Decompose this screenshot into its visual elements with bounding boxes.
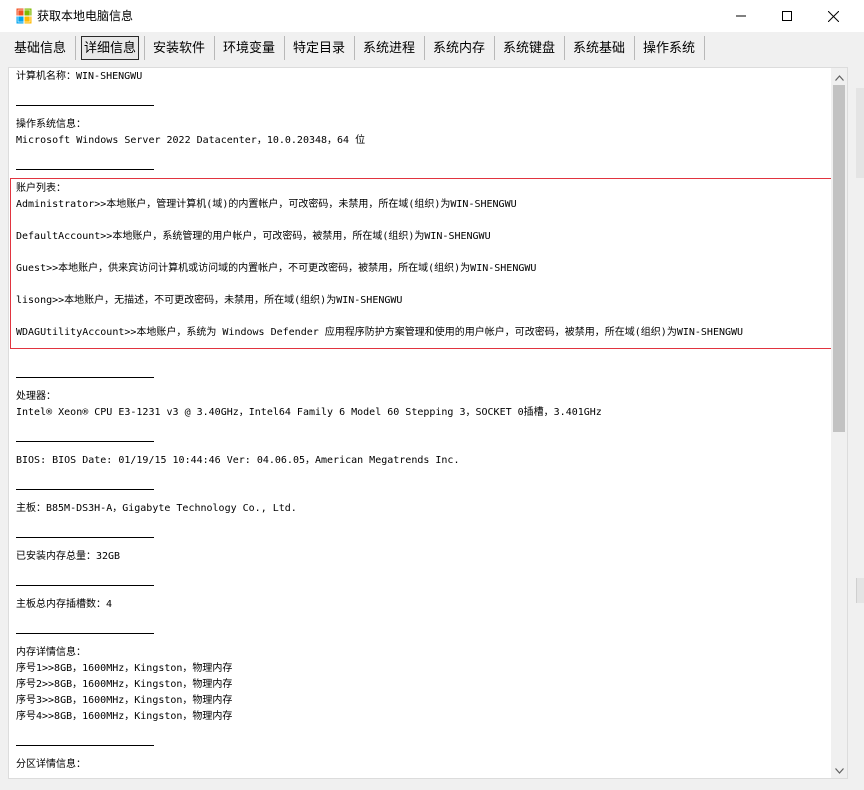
tab-separator [354,36,355,60]
motherboard-line: 主板：B85M-DS3H-A，Gigabyte Technology Co., … [16,503,297,514]
window-right-edge [849,68,864,790]
account-item: Guest>>本地账户，供来宾访问计算机或访问域的内置帐户，不可更改密码，被禁用… [16,263,537,274]
separator-line [16,441,154,442]
tab-separator [634,36,635,60]
close-icon [827,10,839,22]
bios-line: BIOS: BIOS Date: 01/19/15 10:44:46 Ver: … [16,455,460,466]
tab-basic-info[interactable]: 基础信息 [8,36,72,60]
tab-system-processes[interactable]: 系统进程 [358,36,420,60]
memory-item: 序号4>>8GB，1600MHz，Kingston，物理内存 [16,711,233,722]
os-header: 操作系统信息： [16,119,86,130]
tab-separator [284,36,285,60]
tab-separator [704,36,705,60]
tab-special-folders[interactable]: 特定目录 [288,36,350,60]
details-textbox[interactable]: 计算机名称：WIN-SHENGWU 操作系统信息： Microsoft Wind… [8,67,848,779]
separator-line [16,585,154,586]
minimize-button[interactable] [718,0,764,32]
maximize-icon [782,11,792,21]
tab-system-memory[interactable]: 系统内存 [428,36,490,60]
tab-separator [494,36,495,60]
memory-item: 序号3>>8GB，1600MHz，Kingston，物理内存 [16,695,233,706]
tab-system-keyboard[interactable]: 系统键盘 [498,36,560,60]
partition-header: 分区详情信息： [16,759,86,770]
scroll-up-button[interactable] [831,68,847,85]
tab-operating-system[interactable]: 操作系统 [638,36,700,60]
separator-line [16,105,154,106]
separator-line [16,633,154,634]
memory-item: 序号1>>8GB，1600MHz，Kingston，物理内存 [16,663,233,674]
memory-header: 内存详情信息： [16,647,86,658]
main-window: 获取本地电脑信息 基础信息 详细信息 安装软件 环境变量 特定目录 系统进程 系… [0,0,864,790]
separator-line [16,169,154,170]
os-value: Microsoft Windows Server 2022 Datacenter… [16,135,366,146]
scroll-thumb[interactable] [833,85,845,432]
title-bar[interactable]: 获取本地电脑信息 [0,0,864,32]
tab-separator [214,36,215,60]
ram-slots-line: 主板总内存插槽数：4 [16,599,113,610]
app-icon [16,8,32,24]
background-window-slice [856,88,864,178]
maximize-button[interactable] [764,0,810,32]
account-item: lisong>>本地账户，无描述，不可更改密码，未禁用，所在域(组织)为WIN-… [16,295,403,306]
chevron-up-icon [834,68,844,86]
account-item: Administrator>>本地账户，管理计算机(域)的内置帐户，可改密码，未… [16,199,517,210]
background-window-slice [856,578,864,603]
tab-strip: 基础信息 详细信息 安装软件 环境变量 特定目录 系统进程 系统内存 系统键盘 … [0,32,864,64]
account-item: DefaultAccount>>本地账户，系统管理的用户帐户，可改密码，被禁用，… [16,231,491,242]
separator-line [16,489,154,490]
tab-separator [144,36,145,60]
separator-line [16,377,154,378]
accounts-header: 账户列表： [16,183,66,194]
scroll-down-button[interactable] [831,761,847,778]
close-button[interactable] [810,0,856,32]
separator-line [16,745,154,746]
tab-installed-software[interactable]: 安装软件 [148,36,210,60]
account-item: WDAGUtilityAccount>>本地账户，系统为 Windows Def… [16,327,744,338]
tab-detail-info[interactable]: 详细信息 [81,36,139,60]
tab-separator [564,36,565,60]
window-title: 获取本地电脑信息 [37,9,134,23]
ram-total-line: 已安装内存总量：32GB [16,551,121,562]
minimize-icon [736,11,746,21]
tab-separator [75,36,76,60]
memory-item: 序号2>>8GB，1600MHz，Kingston，物理内存 [16,679,233,690]
vertical-scrollbar[interactable] [831,68,847,778]
computer-name-line: 计算机名称：WIN-SHENGWU [16,71,143,82]
separator-line [16,537,154,538]
tab-separator [424,36,425,60]
tab-environment-variables[interactable]: 环境变量 [218,36,280,60]
chevron-down-icon [834,761,844,779]
cpu-value: Intel® Xeon® CPU E3-1231 v3 @ 3.40GHz，In… [16,407,602,418]
cpu-header: 处理器： [16,391,56,402]
tab-system-basics[interactable]: 系统基础 [568,36,630,60]
